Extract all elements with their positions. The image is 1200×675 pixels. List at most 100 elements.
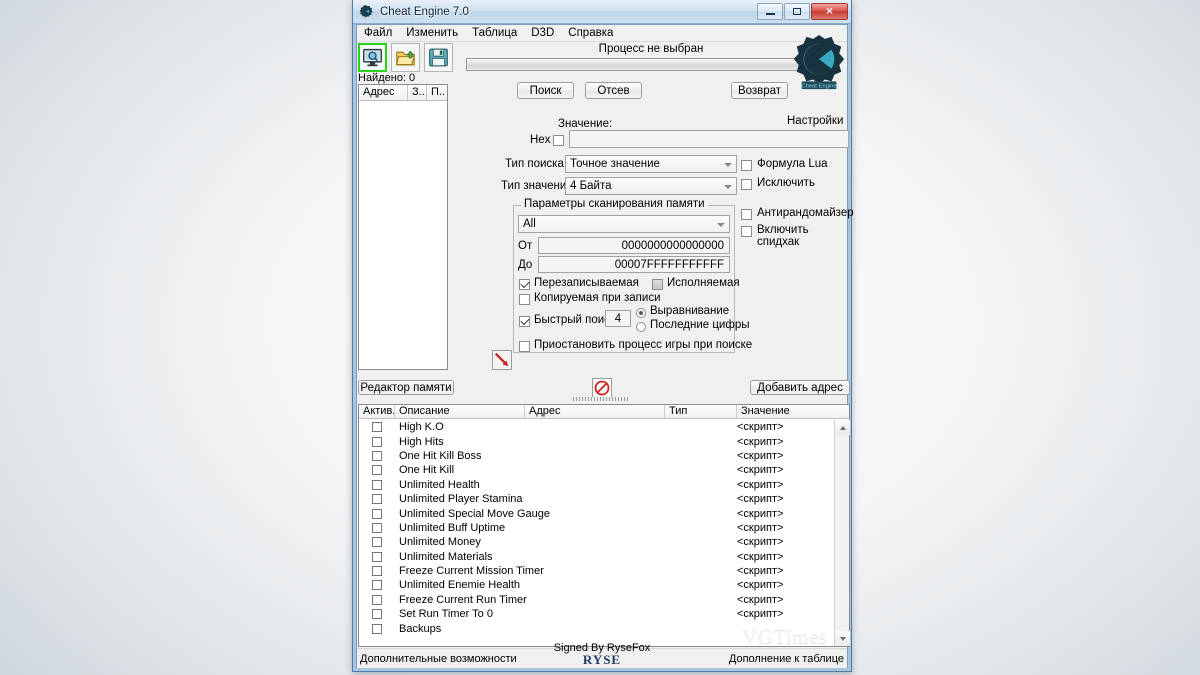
- menu-item-file[interactable]: Файл: [357, 26, 399, 40]
- window-title: Cheat Engine 7.0: [380, 5, 469, 18]
- cheat-engine-logo[interactable]: Cheat Engine: [790, 33, 848, 95]
- window-controls: ✕: [757, 3, 848, 20]
- menu-item-table[interactable]: Таблица: [465, 26, 524, 40]
- panel-splitter[interactable]: [573, 397, 629, 401]
- add-address-button[interactable]: Добавить адрес: [750, 380, 850, 395]
- table-row[interactable]: Freeze Current Mission Timer <скрипт>: [359, 564, 834, 578]
- row-active-cell: [359, 522, 395, 533]
- table-row[interactable]: One Hit Kill Boss <скрипт>: [359, 449, 834, 463]
- writable-checkbox[interactable]: [519, 279, 530, 290]
- fast-scan-value-input[interactable]: 4: [605, 310, 631, 327]
- alignment-radio[interactable]: [636, 308, 646, 318]
- scroll-down-button[interactable]: [835, 631, 850, 646]
- drag-pointer-button[interactable]: [492, 350, 512, 370]
- anti-randomizer-checkbox[interactable]: [741, 209, 752, 220]
- column-header-previous[interactable]: П..: [427, 85, 447, 100]
- table-row[interactable]: Unlimited Materials <скрипт>: [359, 550, 834, 564]
- table-row[interactable]: Backups: [359, 621, 834, 635]
- title-bar[interactable]: Cheat Engine 7.0 ✕: [353, 0, 851, 24]
- menu-item-help[interactable]: Справка: [561, 26, 620, 40]
- column-header-value[interactable]: Значение: [737, 405, 849, 418]
- table-row[interactable]: Unlimited Special Move Gauge <скрипт>: [359, 506, 834, 520]
- close-button[interactable]: ✕: [811, 3, 848, 20]
- row-active-checkbox[interactable]: [372, 609, 382, 620]
- memory-view-button[interactable]: Редактор памяти: [358, 380, 454, 395]
- row-active-checkbox[interactable]: [372, 422, 382, 433]
- copy-on-write-label: Копируемая при записи: [534, 292, 661, 304]
- fast-scan-checkbox[interactable]: [519, 316, 530, 327]
- memory-from-input[interactable]: 0000000000000000: [538, 237, 730, 254]
- column-header-address[interactable]: Адрес: [359, 85, 408, 100]
- first-scan-button[interactable]: Поиск: [517, 82, 574, 99]
- scroll-up-button[interactable]: [835, 420, 850, 435]
- column-header-value[interactable]: З..: [408, 85, 427, 100]
- table-row[interactable]: High Hits <скрипт>: [359, 434, 834, 448]
- copy-on-write-checkbox[interactable]: [519, 294, 530, 305]
- menu-item-edit[interactable]: Изменить: [399, 26, 465, 40]
- open-table-button[interactable]: [391, 43, 420, 72]
- alignment-label: Выравнивание: [650, 305, 730, 317]
- last-digits-radio[interactable]: [636, 322, 646, 332]
- row-active-checkbox[interactable]: [372, 623, 382, 634]
- lua-formula-checkbox[interactable]: [741, 160, 752, 171]
- table-addon-label[interactable]: Дополнение к таблице: [729, 653, 844, 665]
- table-row[interactable]: Unlimited Enemie Health <скрипт>: [359, 578, 834, 592]
- cheat-table[interactable]: Актив. Описание Адрес Тип Значение High …: [358, 404, 850, 647]
- row-active-checkbox[interactable]: [372, 508, 382, 519]
- next-scan-button[interactable]: Отсев: [585, 82, 642, 99]
- row-active-checkbox[interactable]: [372, 465, 382, 476]
- table-row[interactable]: Freeze Current Run Timer <скрипт>: [359, 593, 834, 607]
- column-header-type[interactable]: Тип: [665, 405, 737, 418]
- memory-region-select[interactable]: All: [518, 215, 730, 233]
- row-active-checkbox[interactable]: [372, 566, 382, 577]
- table-row[interactable]: High K.O <скрипт>: [359, 420, 834, 434]
- table-row[interactable]: Unlimited Player Stamina <скрипт>: [359, 492, 834, 506]
- column-header-address[interactable]: Адрес: [525, 405, 665, 418]
- speedhack-checkbox[interactable]: [741, 226, 752, 237]
- maximize-button[interactable]: [784, 3, 810, 20]
- open-process-button[interactable]: [358, 43, 387, 72]
- hex-checkbox[interactable]: [553, 135, 564, 146]
- table-row[interactable]: Unlimited Money <скрипт>: [359, 535, 834, 549]
- row-active-checkbox[interactable]: [372, 594, 382, 605]
- row-active-cell: [359, 494, 395, 505]
- table-row[interactable]: Unlimited Health <скрипт>: [359, 478, 834, 492]
- scan-value-input[interactable]: [569, 130, 849, 148]
- value-type-value: 4 Байта: [570, 180, 612, 192]
- menu-bar: Файл Изменить Таблица D3D Справка: [357, 25, 847, 42]
- column-header-description[interactable]: Описание: [395, 405, 525, 418]
- row-active-checkbox[interactable]: [372, 580, 382, 591]
- cheat-table-scrollbar[interactable]: [834, 420, 850, 646]
- row-active-cell: [359, 450, 395, 461]
- settings-label[interactable]: Настройки: [787, 115, 843, 127]
- table-row[interactable]: Unlimited Buff Uptime <скрипт>: [359, 521, 834, 535]
- scan-type-select[interactable]: Точное значение: [565, 155, 737, 173]
- table-row[interactable]: Set Run Timer To 0 <скрипт>: [359, 607, 834, 621]
- row-active-checkbox[interactable]: [372, 537, 382, 548]
- extra-features-label[interactable]: Дополнительные возможности: [360, 653, 517, 665]
- chevron-up-icon: [839, 425, 846, 430]
- undo-scan-button[interactable]: Возврат: [731, 82, 788, 99]
- executable-checkbox[interactable]: [652, 279, 663, 290]
- row-active-checkbox[interactable]: [372, 494, 382, 505]
- minimize-button[interactable]: [757, 3, 783, 20]
- disable-all-button[interactable]: [592, 378, 612, 398]
- row-active-checkbox[interactable]: [372, 479, 382, 490]
- column-header-active[interactable]: Актив.: [359, 405, 395, 418]
- row-value: <скрипт>: [737, 593, 784, 606]
- pause-game-checkbox[interactable]: [519, 341, 530, 352]
- not-label: Исключить: [757, 177, 815, 189]
- menu-item-d3d[interactable]: D3D: [524, 26, 561, 40]
- value-type-select[interactable]: 4 Байта: [565, 177, 737, 195]
- row-description: Backups: [399, 622, 442, 635]
- row-active-checkbox[interactable]: [372, 522, 382, 533]
- found-address-list[interactable]: Адрес З.. П..: [358, 84, 448, 370]
- row-active-checkbox[interactable]: [372, 551, 382, 562]
- not-checkbox[interactable]: [741, 179, 752, 190]
- save-table-button[interactable]: [424, 43, 453, 72]
- last-digits-label: Последние цифры: [650, 319, 750, 331]
- memory-to-input[interactable]: 00007FFFFFFFFFFF: [538, 256, 730, 273]
- row-active-checkbox[interactable]: [372, 436, 382, 447]
- table-row[interactable]: One Hit Kill <скрипт>: [359, 463, 834, 477]
- row-active-checkbox[interactable]: [372, 450, 382, 461]
